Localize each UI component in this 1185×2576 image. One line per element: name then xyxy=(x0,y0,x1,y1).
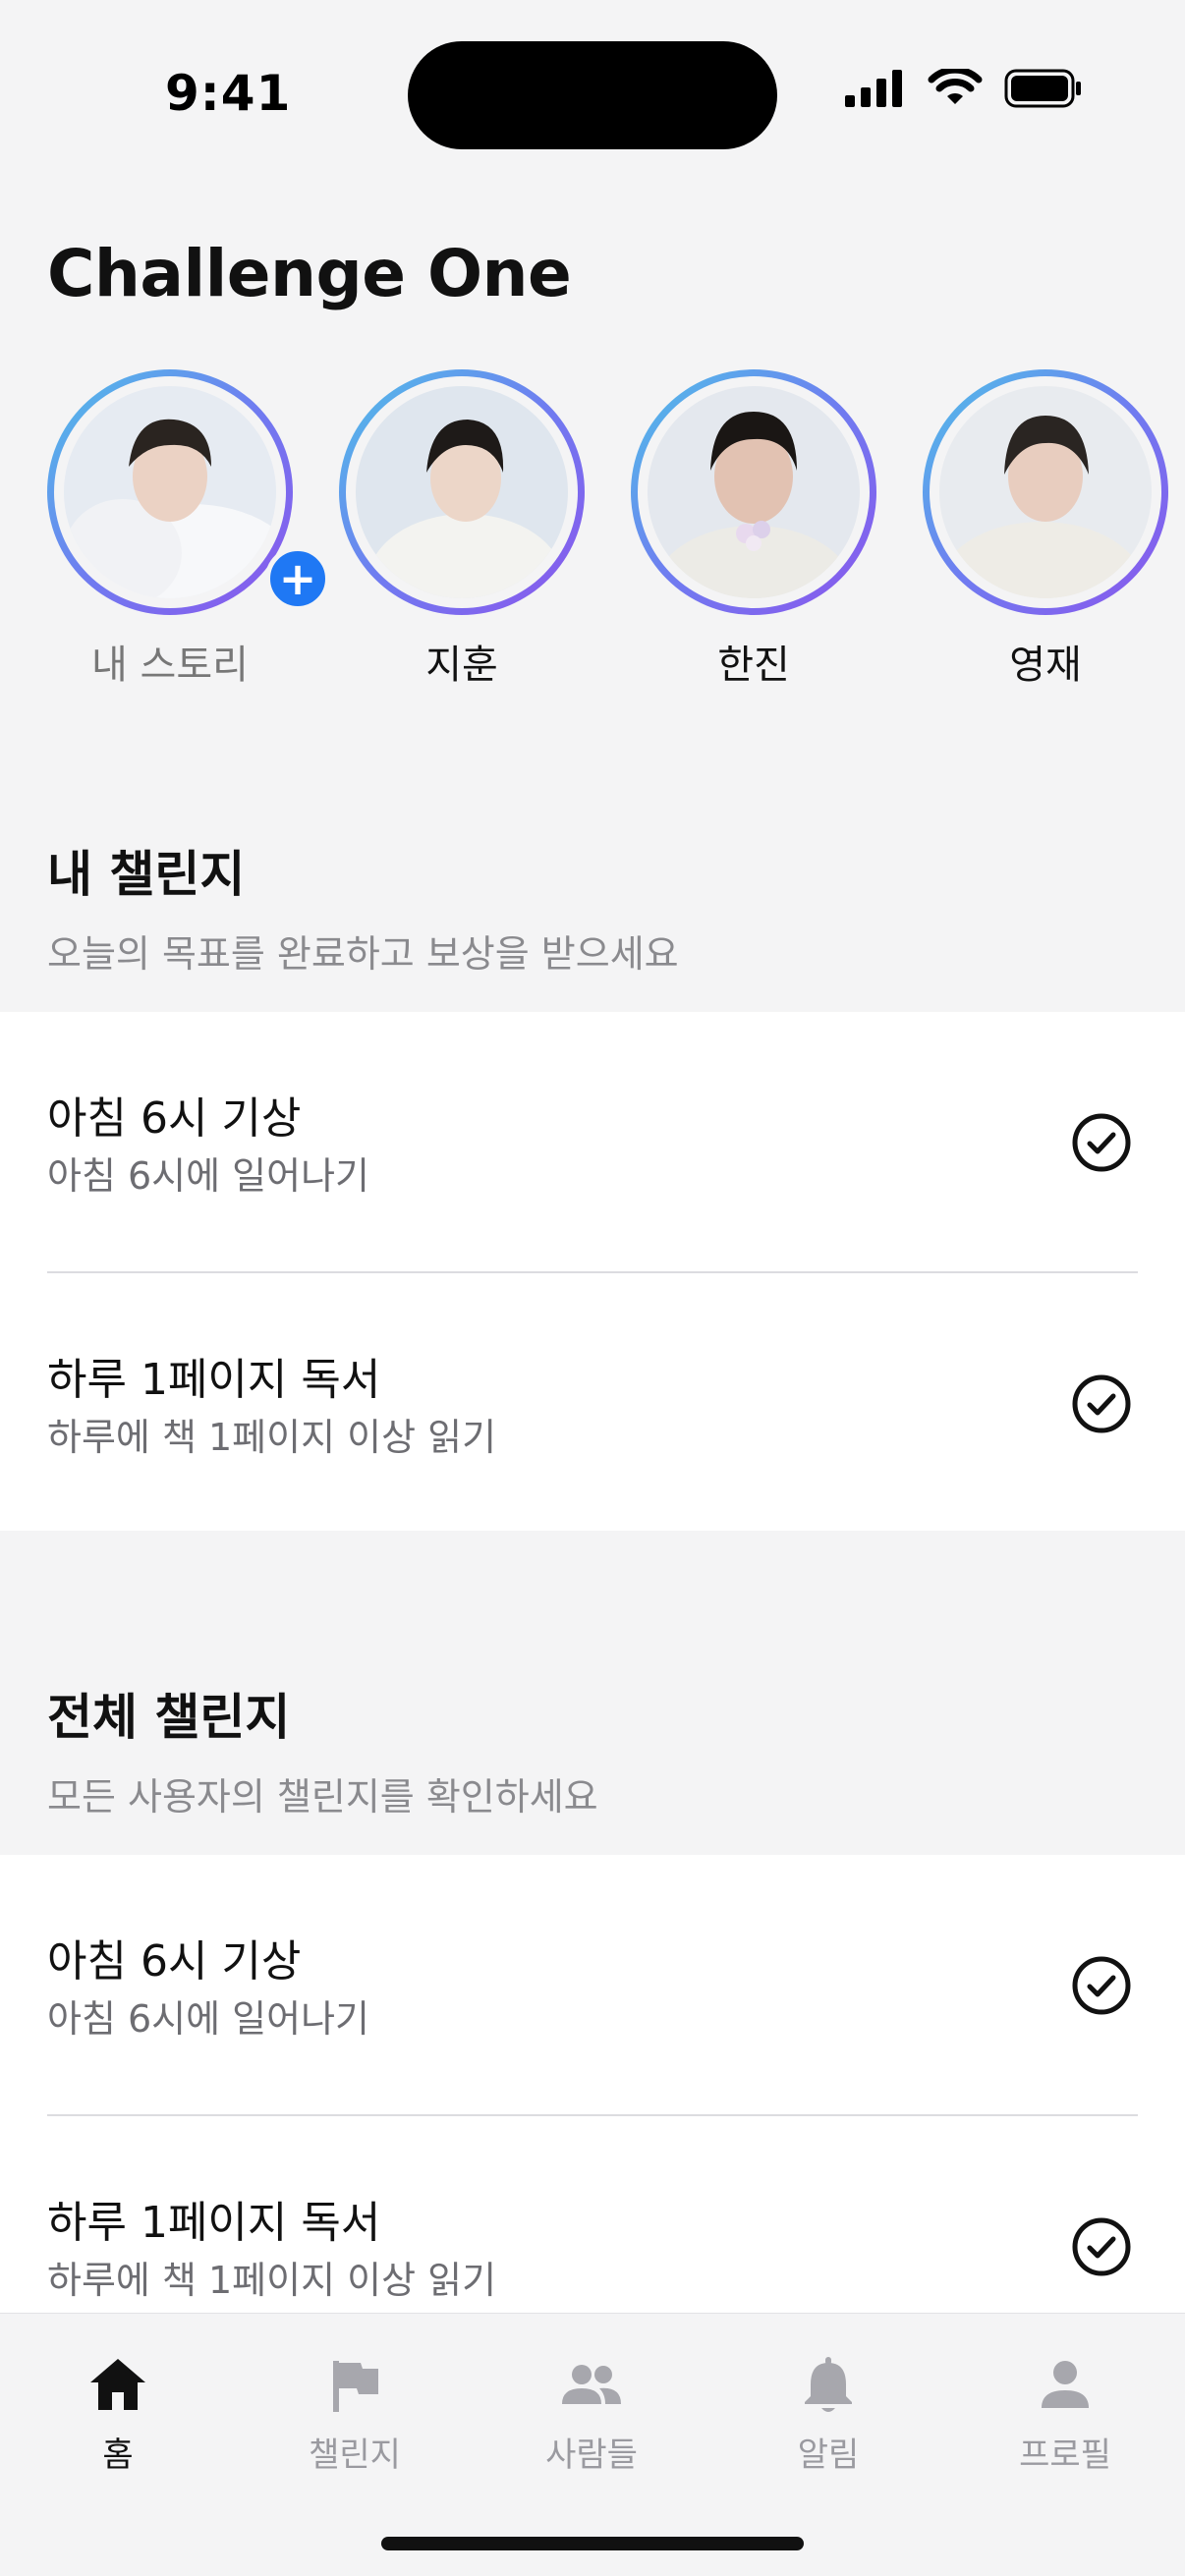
story-name: 내 스토리 xyxy=(91,643,249,688)
challenge-title: 아침 6시 기상 xyxy=(47,1093,302,1144)
avatar xyxy=(64,386,276,598)
wifi-icon xyxy=(928,69,983,104)
check-circle-icon[interactable] xyxy=(1071,1112,1132,1173)
tab-challenges[interactable]: 챌린지 xyxy=(256,2353,453,2476)
check-circle-icon[interactable] xyxy=(1071,1955,1132,2016)
tab-label: 챌린지 xyxy=(309,2436,401,2475)
challenge-description: 하루에 책 1페이지 이상 읽기 xyxy=(47,2259,497,2302)
challenge-row[interactable]: 아침 6시 기상 아침 6시에 일어나기 xyxy=(0,1855,1185,2114)
tab-profile[interactable]: 프로필 xyxy=(967,2353,1163,2476)
check-circle-icon[interactable] xyxy=(1071,1373,1132,1434)
tab-label: 사람들 xyxy=(545,2436,638,2475)
home-icon xyxy=(90,2359,145,2410)
person-icon xyxy=(1042,2361,1089,2408)
all-challenges-header: 전체 챌린지 모든 사용자의 챌린지를 확인하세요 xyxy=(47,1678,598,1820)
status-icons xyxy=(845,69,1083,108)
section-subtitle: 오늘의 목표를 완료하고 보상을 받으세요 xyxy=(47,932,679,976)
stories-row: + 내 스토리 지훈 한진 영재 xyxy=(0,369,1185,688)
status-time: 9:41 xyxy=(165,65,292,122)
flag-icon xyxy=(333,2361,378,2412)
tab-label: 알림 xyxy=(797,2436,860,2475)
tab-label: 홈 xyxy=(102,2436,134,2475)
challenge-row[interactable]: 아침 6시 기상 아침 6시에 일어나기 xyxy=(0,1012,1185,1271)
tab-people[interactable]: 사람들 xyxy=(493,2353,690,2476)
add-story-button[interactable]: + xyxy=(265,546,330,611)
challenge-row[interactable]: 하루 1페이지 독서 하루에 책 1페이지 이상 읽기 xyxy=(0,2116,1185,2313)
story-name: 한진 xyxy=(717,643,790,688)
section-subtitle: 모든 사용자의 챌린지를 확인하세요 xyxy=(47,1775,598,1819)
all-challenges-list: 아침 6시 기상 아침 6시에 일어나기 하루 1페이지 독서 하루에 책 1페… xyxy=(0,1855,1185,2313)
challenge-row[interactable]: 하루 1페이지 독서 하루에 책 1페이지 이상 읽기 xyxy=(0,1273,1185,1533)
section-title: 전체 챌린지 xyxy=(47,1689,291,1746)
check-circle-icon[interactable] xyxy=(1071,2216,1132,2277)
dynamic-island xyxy=(408,41,777,149)
my-challenges-list: 아침 6시 기상 아침 6시에 일어나기 하루 1페이지 독서 하루에 책 1페… xyxy=(0,1012,1185,1531)
avatar xyxy=(648,386,860,598)
challenge-description: 아침 6시에 일어나기 xyxy=(47,1997,370,2041)
avatar xyxy=(939,386,1152,598)
app-screen: 9:41 Challenge One + 내 스토리 지훈 한진 영재 내 챌린… xyxy=(0,0,1185,2576)
challenge-title: 하루 1페이지 독서 xyxy=(47,2198,381,2248)
story-name: 영재 xyxy=(1009,643,1082,688)
signal-icon xyxy=(845,70,902,107)
avatar xyxy=(356,386,568,598)
challenge-title: 하루 1페이지 독서 xyxy=(47,1355,381,1405)
story-name: 지훈 xyxy=(425,643,498,688)
challenge-description: 하루에 책 1페이지 이상 읽기 xyxy=(47,1416,497,1459)
tab-notifications[interactable]: 알림 xyxy=(730,2353,927,2476)
bell-icon xyxy=(805,2357,852,2412)
app-title: Challenge One xyxy=(47,236,572,311)
challenge-description: 아침 6시에 일어나기 xyxy=(47,1154,370,1198)
home-indicator xyxy=(381,2537,804,2550)
people-icon xyxy=(562,2365,621,2404)
my-challenges-header: 내 챌린지 오늘의 목표를 완료하고 보상을 받으세요 xyxy=(47,835,679,978)
battery-icon xyxy=(1004,69,1081,108)
tab-label: 프로필 xyxy=(1019,2436,1111,2475)
tab-home[interactable]: 홈 xyxy=(20,2353,216,2476)
section-title: 내 챌린지 xyxy=(47,846,246,903)
challenge-title: 아침 6시 기상 xyxy=(47,1936,302,1987)
